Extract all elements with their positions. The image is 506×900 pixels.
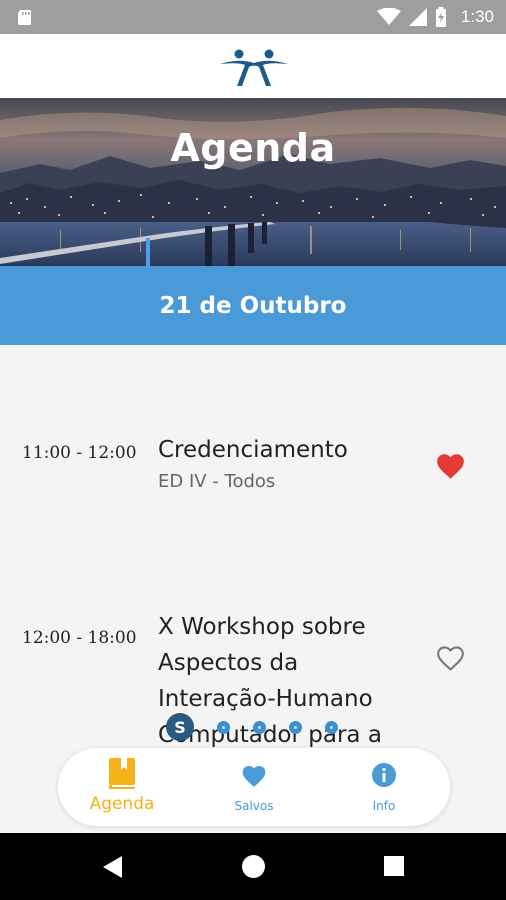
event-title-line: Aspectos da: [158, 650, 299, 676]
system-navigation-bar: [0, 833, 506, 900]
book-icon: [109, 758, 135, 789]
event-time: 12:00 - 18:00: [22, 628, 137, 648]
event-location: ED IV - Todos: [158, 471, 276, 492]
bottom-navigation: Agenda Salvos Info: [58, 748, 450, 826]
home-icon[interactable]: [241, 854, 266, 879]
page-indicator: S: [166, 713, 338, 741]
nav-label-salvos: Salvos: [234, 799, 274, 813]
page-dot[interactable]: [253, 720, 266, 734]
nav-tab-info[interactable]: Info: [348, 748, 420, 826]
status-bar: 1:30: [0, 0, 506, 34]
event-row[interactable]: 11:00 - 12:00 Credenciamento ED IV - Tod…: [0, 430, 506, 510]
heart-icon: [242, 766, 266, 787]
info-icon: [372, 763, 396, 787]
date-header[interactable]: 21 de Outubro: [0, 266, 506, 345]
signal-icon: [408, 8, 427, 26]
back-icon[interactable]: [102, 855, 124, 879]
sd-card-icon: [18, 10, 31, 25]
page-dot[interactable]: [289, 720, 302, 734]
nav-tab-agenda[interactable]: Agenda: [76, 748, 168, 826]
app-header: [0, 34, 506, 98]
page-title: Agenda: [170, 126, 336, 170]
event-title: Credenciamento: [158, 437, 348, 463]
recents-icon[interactable]: [383, 855, 405, 877]
date-label: 21 de Outubro: [159, 292, 347, 319]
event-time: 11:00 - 12:00: [22, 443, 137, 463]
battery-icon: [435, 7, 446, 27]
status-time: 1:30: [460, 7, 494, 26]
page-dot[interactable]: [325, 720, 338, 734]
nav-label-agenda: Agenda: [89, 794, 155, 814]
wifi-icon: [376, 8, 401, 25]
city-skyline-image: [0, 98, 506, 266]
heart-filled-icon[interactable]: [435, 452, 466, 480]
heart-outline-icon[interactable]: [435, 644, 466, 672]
conference-logo-icon: [220, 49, 288, 86]
event-title-line: X Workshop sobre: [158, 614, 366, 640]
hero-banner: [0, 98, 506, 266]
nav-tab-salvos[interactable]: Salvos: [214, 748, 294, 826]
page-dot[interactable]: [217, 720, 230, 734]
active-page-dot: S: [166, 713, 194, 741]
event-title-line: Interação-Humano: [158, 686, 373, 712]
nav-label-info: Info: [372, 799, 396, 813]
